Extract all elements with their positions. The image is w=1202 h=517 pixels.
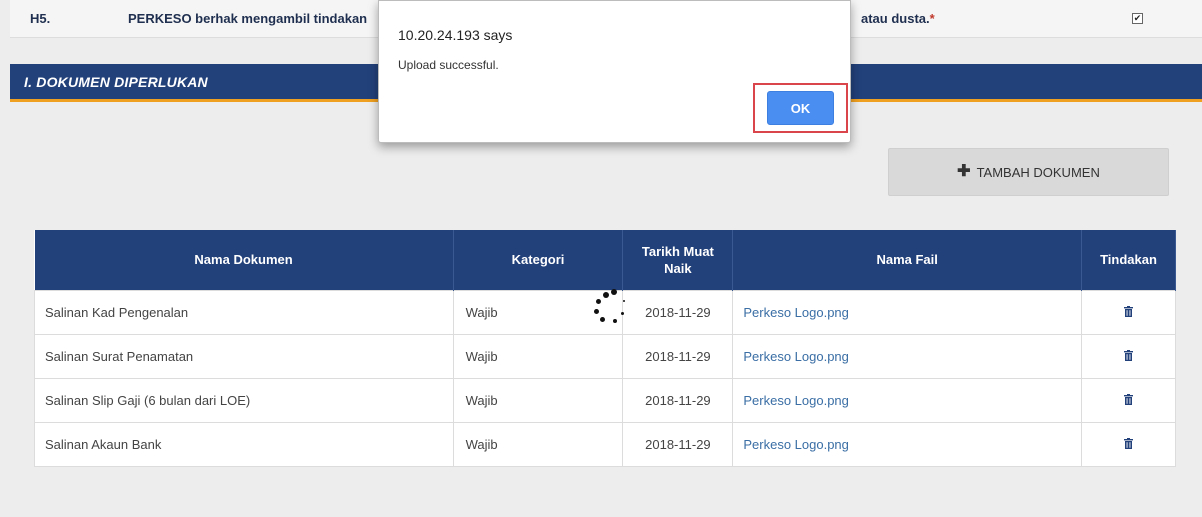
document-date: 2018-11-29 [622,289,734,335]
declaration-number: H5. [30,11,51,26]
trash-icon[interactable] [1124,393,1133,405]
header-action: Tindakan [1081,230,1176,290]
declaration-checkbox[interactable]: ✔ [1132,13,1143,24]
table-row: Salinan Slip Gaji (6 bulan dari LOE) Waj… [34,377,1176,423]
header-file-name: Nama Fail [732,230,1083,290]
documents-table: Nama Dokumen Kategori Tarikh Muat Naik Na… [34,230,1176,467]
document-category: Wajib [452,333,624,379]
document-file-link[interactable]: Perkeso Logo.png [732,421,1083,467]
alert-title: 10.20.24.193 says [398,27,513,43]
trash-icon[interactable] [1124,437,1133,449]
delete-action[interactable] [1081,421,1176,467]
declaration-text-start: PERKESO berhak mengambil tindakan [128,11,368,26]
document-category: Wajib [452,377,624,423]
header-category: Kategori [453,230,624,290]
alert-dialog: 10.20.24.193 says Upload successful. OK [378,0,851,143]
delete-action[interactable] [1081,333,1176,379]
loading-spinner-icon [593,288,629,328]
document-date: 2018-11-29 [622,421,734,467]
document-file-link[interactable]: Perkeso Logo.png [732,377,1083,423]
table-row: Salinan Surat Penamatan Wajib 2018-11-29… [34,333,1176,379]
add-document-button[interactable]: ✚ TAMBAH DOKUMEN [888,148,1169,196]
add-document-label: TAMBAH DOKUMEN [976,164,1100,180]
delete-action[interactable] [1081,377,1176,423]
document-name: Salinan Surat Penamatan [34,333,454,379]
header-document-name: Nama Dokumen [34,230,454,290]
alert-message: Upload successful. [398,58,499,72]
required-marker: * [929,11,935,26]
document-category: Wajib [452,421,624,467]
delete-action[interactable] [1081,289,1176,335]
section-title: I. DOKUMEN DIPERLUKAN [24,74,208,90]
document-date: 2018-11-29 [622,377,734,423]
document-name: Salinan Slip Gaji (6 bulan dari LOE) [34,377,454,423]
ok-button[interactable]: OK [767,91,834,125]
document-date: 2018-11-29 [622,333,734,379]
document-file-link[interactable]: Perkeso Logo.png [732,289,1083,335]
document-file-link[interactable]: Perkeso Logo.png [732,333,1083,379]
document-name: Salinan Akaun Bank [34,421,454,467]
table-header-row: Nama Dokumen Kategori Tarikh Muat Naik Na… [34,230,1176,290]
table-row: Salinan Akaun Bank Wajib 2018-11-29 Perk… [34,421,1176,467]
trash-icon[interactable] [1124,305,1133,317]
header-upload-date: Tarikh Muat Naik [622,230,734,290]
document-name: Salinan Kad Pengenalan [34,289,454,335]
plus-icon: ✚ [957,163,971,180]
trash-icon[interactable] [1124,349,1133,361]
declaration-text-end: atau dusta.* [861,11,935,26]
